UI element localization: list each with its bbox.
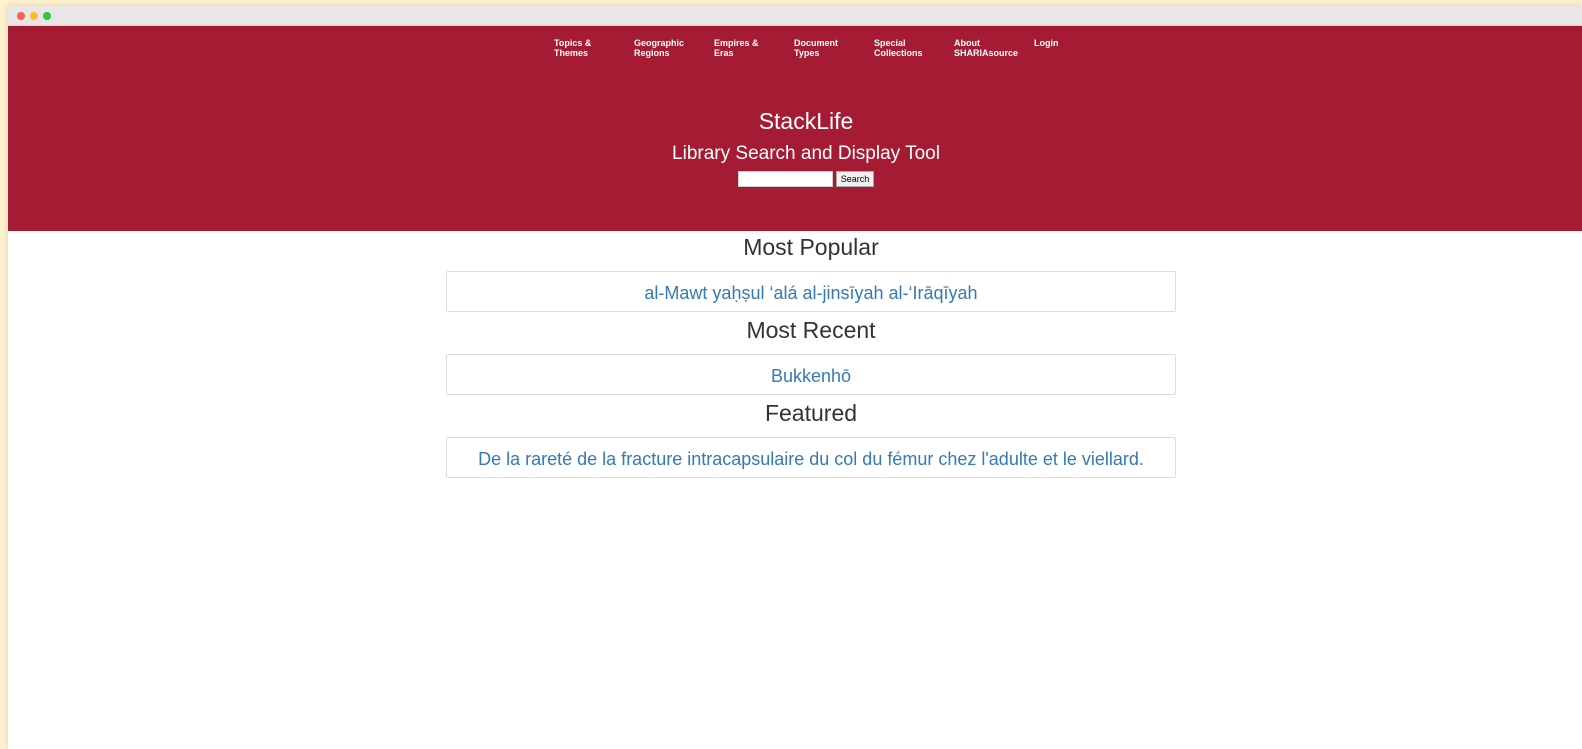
search-button[interactable]: Search <box>835 171 875 187</box>
site-header: Topics & Themes Geographic Regions Empir… <box>8 26 1582 231</box>
nav-item-special-collections[interactable]: Special Collections <box>874 38 954 58</box>
browser-window: Topics & Themes Geographic Regions Empir… <box>8 6 1582 749</box>
search-input[interactable] <box>737 171 833 187</box>
most-recent-card: Bukkenhō <box>446 354 1176 395</box>
most-popular-link[interactable]: al-Mawt yaḥṣul ‘alá al-jinsīyah al-‘Irāq… <box>644 279 977 304</box>
search-form: Search <box>8 171 1582 187</box>
most-recent-heading: Most Recent <box>746 317 876 343</box>
nav-item-about-shariasource[interactable]: About SHARIAsource <box>954 38 1034 58</box>
nav-item-label: About <box>954 38 980 48</box>
site-subtitle: Library Search and Display Tool <box>672 143 940 164</box>
nav-item-label: Types <box>794 48 820 58</box>
minimize-window-icon[interactable] <box>30 11 38 20</box>
nav-item-label: Special <box>874 38 906 48</box>
nav-item-label: Themes <box>554 48 589 58</box>
nav-item-login[interactable]: Login <box>1034 38 1114 58</box>
nav-item-label: Topics & <box>554 38 592 48</box>
nav-item-label: Collections <box>874 48 923 58</box>
nav-item-label: SHARIAsource <box>954 48 1019 58</box>
nav-item-label: Login <box>1034 38 1059 48</box>
featured-card: De la rareté de la fracture intracapsula… <box>446 437 1176 478</box>
nav-item-label: Geographic <box>634 38 685 48</box>
most-recent-link[interactable]: Bukkenhō <box>771 362 851 387</box>
nav-item-empires-eras[interactable]: Empires & Eras <box>714 38 794 58</box>
featured-heading: Featured <box>764 400 858 426</box>
most-popular-card: al-Mawt yaḥṣul ‘alá al-jinsīyah al-‘Irāq… <box>446 271 1176 312</box>
nav-item-label: Regions <box>634 48 670 58</box>
site-title: StackLife <box>758 108 854 134</box>
nav-item-label: Document <box>794 38 839 48</box>
nav-item-topics-themes[interactable]: Topics & Themes <box>554 38 634 58</box>
main-nav: Topics & Themes Geographic Regions Empir… <box>554 38 1114 58</box>
nav-item-label: Eras <box>714 48 734 58</box>
nav-item-geographic-regions[interactable]: Geographic Regions <box>634 38 714 58</box>
nav-item-document-types[interactable]: Document Types <box>794 38 874 58</box>
close-window-icon[interactable] <box>17 11 25 20</box>
most-popular-heading: Most Popular <box>743 234 879 260</box>
nav-item-label: Empires & <box>714 38 759 48</box>
zoom-window-icon[interactable] <box>43 11 51 20</box>
window-titlebar <box>8 6 1582 26</box>
featured-link[interactable]: De la rareté de la fracture intracapsula… <box>478 445 1144 470</box>
